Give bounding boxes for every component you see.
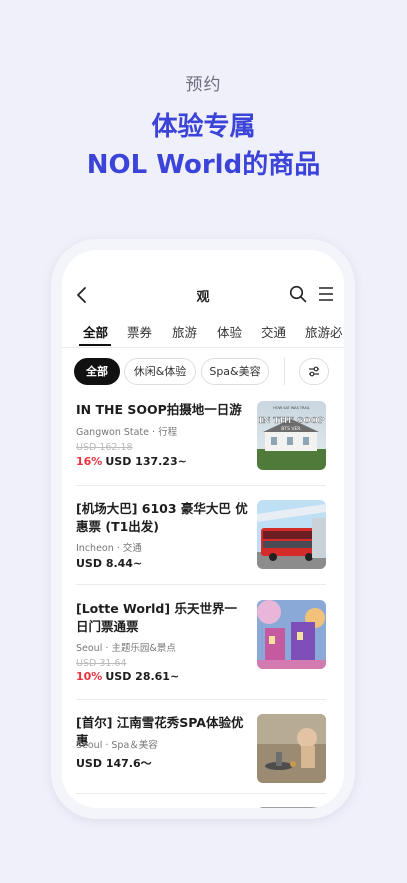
chip-all[interactable]: 全部 <box>74 358 120 385</box>
promo-headline: 体验专属 NOL World的商品 <box>0 108 407 184</box>
product-card[interactable]: [机场大巴] 6103 豪华大巴 优惠票 (T1出发) Incheon · 交通… <box>76 500 330 575</box>
product-original-price: USD 162.18 <box>76 442 133 453</box>
product-discount: 10% <box>76 670 103 683</box>
product-price: USD 137.23~ <box>105 455 187 468</box>
product-original-price: USD 31.64 <box>76 658 127 669</box>
product-card[interactable]: IN THE SOOP拍摄地一日游 Gangwon State · 行程 USD… <box>76 401 330 476</box>
tab-all[interactable]: 全部 <box>83 322 108 341</box>
product-title: [Lotte World] 乐天世界一日门票通票 <box>76 601 237 634</box>
product-price-row: 10% USD 28.61~ <box>76 670 179 683</box>
product-price: USD 147.6～ <box>76 757 152 770</box>
hamburger-menu-icon[interactable] <box>317 286 335 302</box>
category-tabs: 全部 票券 旅游 体验 交通 旅游必 <box>62 322 344 350</box>
product-card-partial[interactable] <box>76 807 330 808</box>
product-price-row: 16% USD 137.23~ <box>76 455 187 468</box>
product-meta: Gangwon State · 行程 <box>76 427 178 438</box>
thumb-subtitle: BTS VER. <box>281 426 301 432</box>
app-screen: 观 全部 票券 旅游 体验 交通 旅游必 全部 休闲&体验 Spa&美容 IN … <box>62 250 344 808</box>
product-title: [机场大巴] 6103 豪华大巴 优惠票 (T1出发) <box>76 501 248 534</box>
phone-mockup: 观 全部 票券 旅游 体验 交通 旅游必 全部 休闲&体验 Spa&美容 IN … <box>51 239 355 819</box>
filter-chips: 全部 休闲&体验 Spa&美容 <box>62 358 344 386</box>
product-meta: Seoul · Spa＆美容 <box>76 740 158 751</box>
tabs-divider <box>62 347 344 348</box>
list-divider <box>76 584 326 585</box>
thumb-title: IN THE SOOP <box>259 416 325 426</box>
promo-eyebrow: 预约 <box>185 75 222 95</box>
tab-tickets[interactable]: 票券 <box>127 322 152 341</box>
product-thumbnail <box>257 600 326 669</box>
promo-headline-line1: 体验专属 <box>151 112 256 142</box>
list-divider <box>76 793 326 794</box>
sliders-icon <box>309 366 319 377</box>
list-divider <box>76 699 326 700</box>
thumb-caption: HOW SAT WAS TRAIL <box>273 406 309 410</box>
product-card[interactable]: [Lotte World] 乐天世界一日门票通票 Seoul · 主题乐园&景点… <box>76 600 330 683</box>
active-tab-indicator <box>79 344 111 346</box>
search-icon[interactable] <box>289 285 307 303</box>
product-meta: Incheon · 交通 <box>76 543 142 554</box>
chip-spa-beauty[interactable]: Spa&美容 <box>201 358 269 385</box>
chip-leisure-experience[interactable]: 休闲&体验 <box>124 358 196 385</box>
product-thumbnail <box>257 500 326 569</box>
product-thumbnail <box>257 807 326 808</box>
tab-transport[interactable]: 交通 <box>261 322 286 341</box>
product-meta: Seoul · 主题乐园&景点 <box>76 643 176 654</box>
product-thumbnail: HOW SAT WAS TRAIL IN THE SOOP BTS VER. <box>257 401 326 470</box>
product-price-row: USD 147.6～ <box>76 755 152 771</box>
list-divider <box>76 485 326 486</box>
chip-scroll-edge <box>284 358 298 385</box>
promo-headline-line2: NOL World的商品 <box>86 150 321 180</box>
tab-travel-essentials[interactable]: 旅游必 <box>305 322 343 341</box>
top-navbar: 观 <box>62 280 344 310</box>
tab-experience[interactable]: 体验 <box>217 322 242 341</box>
product-price: USD 8.44~ <box>76 557 143 570</box>
product-price: USD 28.61~ <box>105 670 180 683</box>
product-discount: 16% <box>76 455 103 468</box>
filter-settings-button[interactable] <box>299 358 329 385</box>
product-title: IN THE SOOP拍摄地一日游 <box>76 402 242 417</box>
product-thumbnail <box>257 714 326 783</box>
tab-tours[interactable]: 旅游 <box>172 322 197 341</box>
product-card[interactable]: [首尔] 江南雪花秀SPA体验优惠 Seoul · Spa＆美容 USD 147… <box>76 714 330 784</box>
product-price-row: USD 8.44~ <box>76 557 142 570</box>
